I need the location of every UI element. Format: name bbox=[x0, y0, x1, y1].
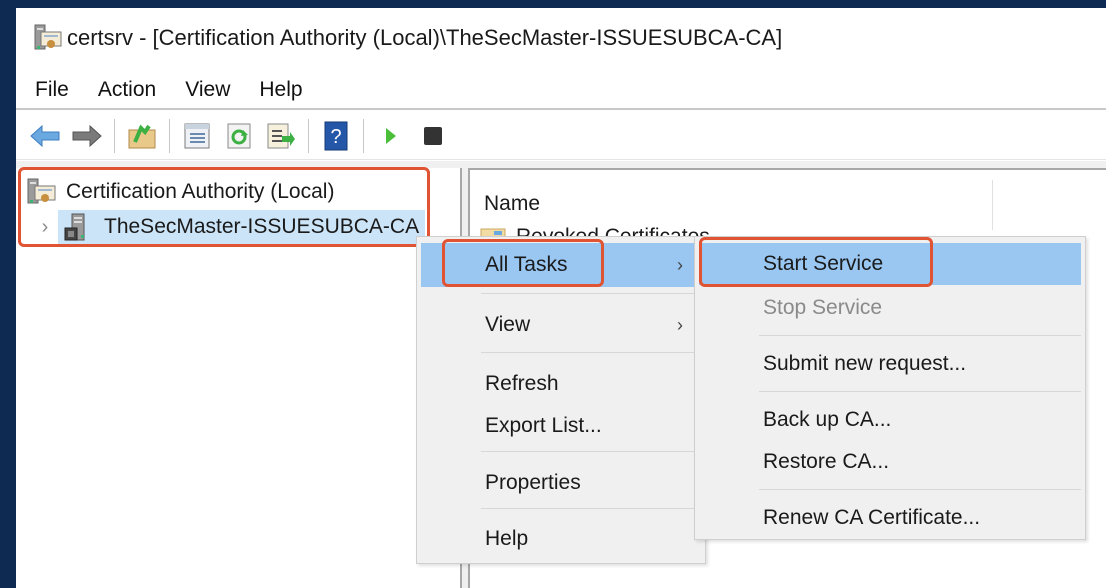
tree-node-label: TheSecMaster-ISSUESUBCA-CA bbox=[104, 215, 420, 238]
menu-separator bbox=[481, 352, 701, 353]
up-one-level-button[interactable] bbox=[125, 119, 159, 153]
menu-item-label: Restore CA... bbox=[763, 450, 890, 473]
menu-item-label: Refresh bbox=[485, 372, 559, 395]
menu-item-renew-ca-certificate[interactable]: Renew CA Certificate... bbox=[699, 497, 1081, 539]
column-header-name[interactable]: Name bbox=[484, 192, 540, 216]
window-title: certsrv - [Certification Authority (Loca… bbox=[67, 25, 783, 50]
menu-separator bbox=[481, 451, 701, 452]
menu-separator bbox=[481, 508, 701, 509]
certificate-authority-icon bbox=[34, 24, 62, 50]
mmc-window: certsrv - [Certification Authority (Loca… bbox=[16, 8, 1106, 588]
menu-item-label: Help bbox=[485, 527, 529, 550]
toolbar-separator bbox=[308, 118, 309, 153]
export-list-button[interactable] bbox=[264, 119, 298, 153]
toolbar-separator bbox=[169, 118, 170, 153]
menu-item-label: Export List... bbox=[485, 414, 602, 437]
tree-selection: TheSecMaster-ISSUESUBCA-CA bbox=[58, 210, 426, 244]
menu-item-export-list[interactable]: Export List... bbox=[421, 405, 701, 447]
svg-text:?: ? bbox=[330, 126, 341, 148]
menu-file[interactable]: File bbox=[35, 78, 69, 102]
server-icon bbox=[64, 213, 85, 241]
menu-item-restore-ca[interactable]: Restore CA... bbox=[699, 441, 1081, 483]
stop-icon bbox=[424, 126, 442, 145]
menu-item-help[interactable]: Help bbox=[421, 517, 701, 561]
certificate-authority-icon bbox=[27, 178, 56, 204]
menu-item-label: Submit new request... bbox=[763, 352, 967, 375]
folder-up-icon bbox=[128, 123, 156, 148]
column-separator[interactable] bbox=[992, 180, 993, 230]
forward-arrow-icon bbox=[72, 124, 102, 147]
all-tasks-submenu: Start Service Stop Service Submit new re… bbox=[694, 236, 1086, 540]
forward-button[interactable] bbox=[70, 119, 104, 153]
menu-item-refresh[interactable]: Refresh bbox=[421, 363, 701, 405]
menu-item-label: Properties bbox=[485, 471, 581, 494]
back-arrow-icon bbox=[30, 124, 60, 147]
help-icon: ? bbox=[324, 121, 348, 150]
back-button[interactable] bbox=[28, 119, 62, 153]
menu-separator bbox=[481, 293, 701, 294]
submenu-arrow-icon: › bbox=[677, 254, 683, 275]
menu-view[interactable]: View bbox=[185, 78, 230, 102]
menu-separator bbox=[759, 391, 1081, 392]
play-icon bbox=[386, 127, 396, 144]
menu-item-label: Start Service bbox=[763, 252, 884, 275]
menu-item-label: View bbox=[485, 313, 531, 336]
menu-item-start-service[interactable]: Start Service bbox=[699, 243, 1081, 285]
menu-separator bbox=[759, 489, 1081, 490]
menu-bar: File Action View Help bbox=[16, 72, 1106, 110]
refresh-button[interactable] bbox=[222, 119, 256, 153]
show-hide-console-tree-button[interactable] bbox=[180, 119, 214, 153]
tree-node-certification-authority[interactable]: Certification Authority (Local) bbox=[26, 176, 334, 208]
start-service-button[interactable] bbox=[374, 119, 408, 153]
toolbar: ? bbox=[16, 112, 1106, 160]
menu-item-label: All Tasks bbox=[485, 253, 568, 276]
menu-item-submit-new-request[interactable]: Submit new request... bbox=[699, 343, 1081, 385]
help-button[interactable]: ? bbox=[319, 119, 353, 153]
export-list-icon bbox=[267, 123, 295, 148]
title-bar: certsrv - [Certification Authority (Loca… bbox=[16, 8, 1106, 68]
context-menu: All Tasks › View › Refresh Export List..… bbox=[416, 236, 706, 564]
stop-service-button[interactable] bbox=[416, 119, 450, 153]
submenu-arrow-icon: › bbox=[677, 314, 683, 335]
menu-item-view[interactable]: View › bbox=[421, 303, 701, 347]
menu-item-stop-service: Stop Service bbox=[699, 287, 1081, 329]
menu-item-label: Stop Service bbox=[763, 296, 883, 319]
console-tree-icon bbox=[184, 123, 210, 148]
tree-node-ca-server[interactable]: › TheSecMaster-ISSUESUBCA-CA bbox=[34, 210, 426, 244]
menu-item-back-up-ca[interactable]: Back up CA... bbox=[699, 399, 1081, 441]
menu-help[interactable]: Help bbox=[259, 78, 302, 102]
expand-chevron-icon[interactable]: › bbox=[34, 216, 56, 239]
menu-action[interactable]: Action bbox=[98, 78, 156, 102]
toolbar-separator bbox=[114, 118, 115, 153]
toolbar-separator bbox=[363, 118, 364, 153]
refresh-icon bbox=[227, 123, 251, 148]
menu-separator bbox=[759, 335, 1081, 336]
menu-item-properties[interactable]: Properties bbox=[421, 461, 701, 505]
menu-item-label: Renew CA Certificate... bbox=[763, 506, 981, 529]
menu-item-all-tasks[interactable]: All Tasks › bbox=[421, 243, 701, 287]
tree-node-label: Certification Authority (Local) bbox=[66, 180, 335, 203]
menu-item-label: Back up CA... bbox=[763, 408, 892, 431]
